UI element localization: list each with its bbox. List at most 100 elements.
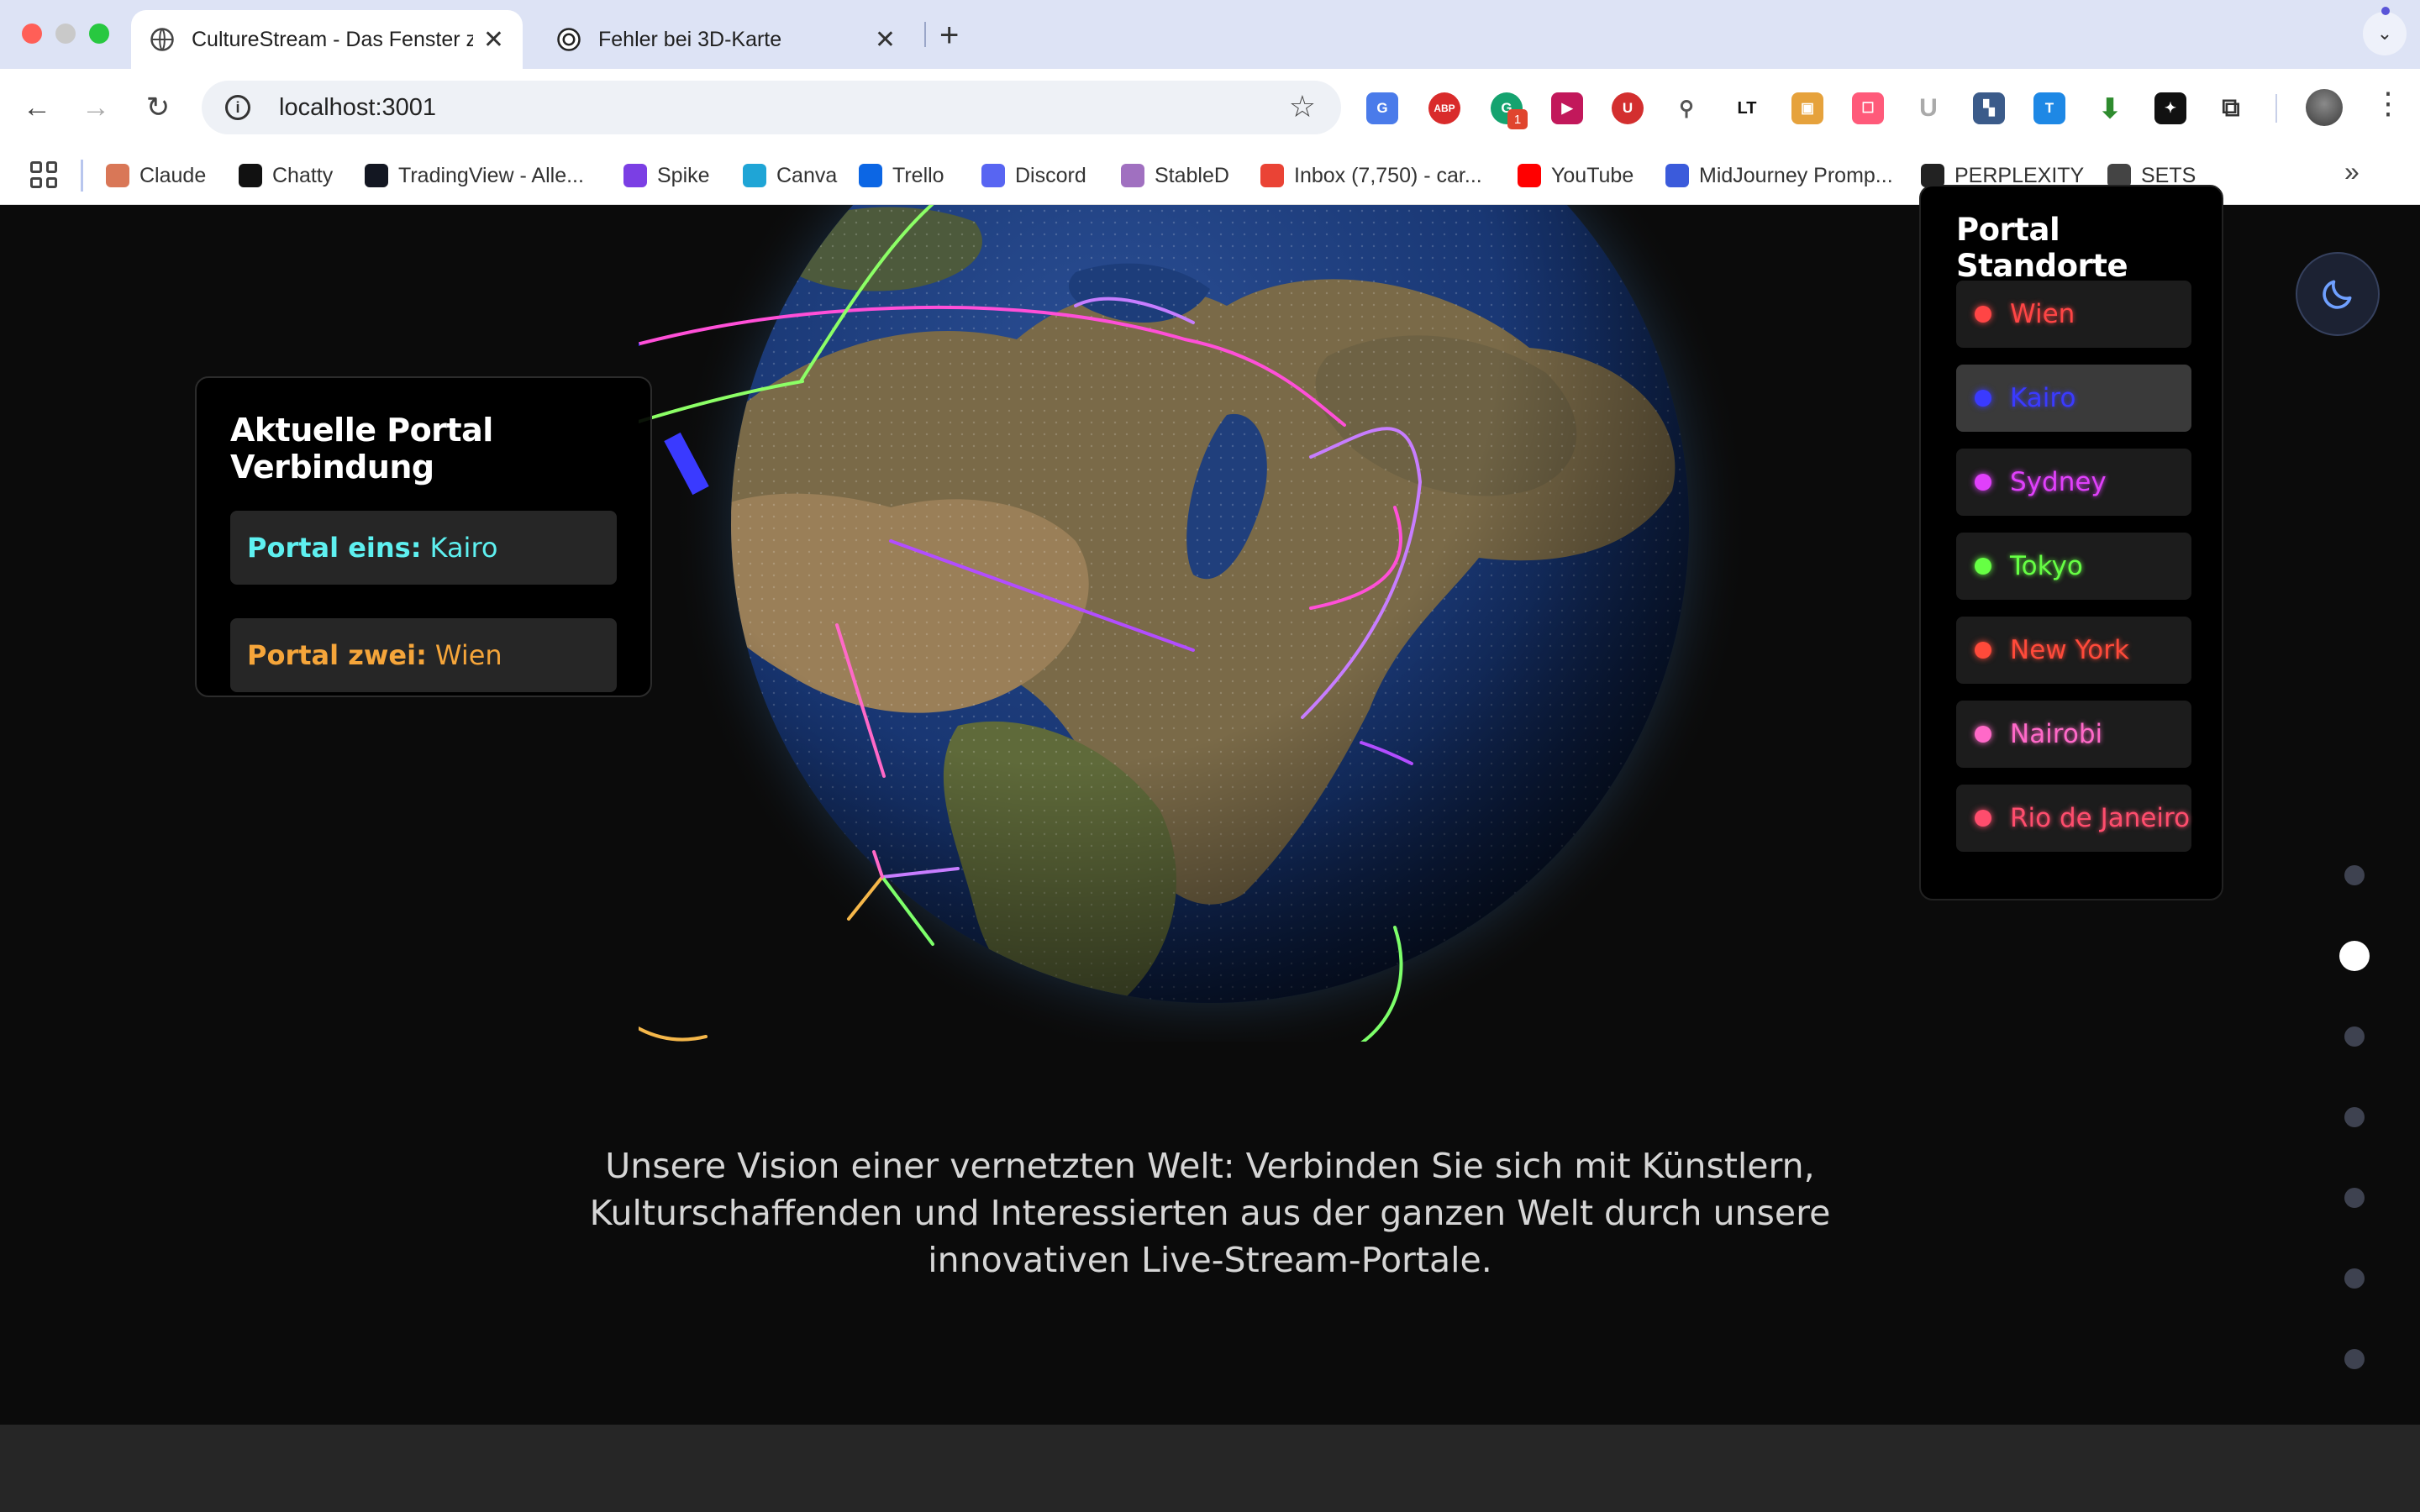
location-label: Nairobi bbox=[2010, 719, 2103, 749]
location-label: Wien bbox=[2010, 299, 2075, 329]
site-info-icon[interactable]: i bbox=[225, 95, 250, 120]
location-item-kairo[interactable]: Kairo bbox=[1956, 365, 2191, 432]
location-item-rio-de-janeiro[interactable]: Rio de Janeiro bbox=[1956, 785, 2191, 852]
minimize-window-button[interactable] bbox=[55, 24, 76, 44]
notification-dot bbox=[2381, 7, 2390, 15]
bookmarks-divider bbox=[81, 160, 83, 192]
url-text[interactable]: localhost:3001 bbox=[279, 94, 436, 122]
vision-text: Unsere Vision einer vernetzten Welt: Ver… bbox=[589, 1146, 1831, 1280]
portal-one-value: Kairo bbox=[429, 532, 498, 564]
reload-icon[interactable]: ↻ bbox=[138, 87, 178, 128]
location-dot-icon bbox=[1975, 390, 1991, 407]
bookmark-inbox-7-750-car[interactable]: Inbox (7,750) - car... bbox=[1260, 161, 1482, 190]
location-label: Tokyo bbox=[2010, 551, 2083, 581]
more-bookmarks-icon[interactable]: » bbox=[2344, 156, 2360, 187]
perplexity-spark-icon[interactable]: ✦ bbox=[2154, 92, 2186, 124]
bookmark-label: Inbox (7,750) - car... bbox=[1294, 163, 1482, 187]
location-item-new-york[interactable]: New York bbox=[1956, 617, 2191, 684]
locations-panel-title: Portal Standorte bbox=[1956, 212, 2128, 284]
close-tab-icon[interactable]: ✕ bbox=[483, 25, 504, 55]
portal-two-value: Wien bbox=[434, 639, 502, 671]
unicode-icon[interactable]: U bbox=[1912, 92, 1944, 124]
translate-t-icon[interactable]: T bbox=[2033, 92, 2065, 124]
pager-dot[interactable] bbox=[2344, 1107, 2365, 1127]
bookmark-midjourney-promp[interactable]: MidJourney Promp... bbox=[1665, 161, 1893, 190]
bookmark-spike[interactable]: Spike bbox=[623, 161, 710, 190]
twitch-icon[interactable]: ☐ bbox=[1852, 92, 1884, 124]
pager-dot[interactable] bbox=[2344, 1268, 2365, 1289]
bookmark-label: Claude bbox=[139, 163, 207, 187]
toolbar-divider bbox=[2275, 94, 2277, 123]
close-window-button[interactable] bbox=[22, 24, 42, 44]
download-arrow-icon[interactable]: ⬇ bbox=[2094, 92, 2126, 124]
location-dot-icon bbox=[1975, 726, 1991, 743]
bookmark-claude[interactable]: Claude bbox=[106, 161, 206, 190]
bookmark-star-icon[interactable]: ☆ bbox=[1289, 89, 1316, 124]
location-item-nairobi[interactable]: Nairobi bbox=[1956, 701, 2191, 768]
extensions-puzzle-icon[interactable]: ⧉ bbox=[2215, 92, 2247, 124]
canva-icon bbox=[743, 164, 766, 187]
profile-avatar[interactable] bbox=[2306, 89, 2343, 126]
bookmark-label: Spike bbox=[657, 163, 710, 187]
portal-two-label: Portal zwei: bbox=[247, 639, 427, 671]
tradingview-icon bbox=[365, 164, 388, 187]
new-tab-icon[interactable]: + bbox=[939, 17, 959, 55]
apps-grid-icon[interactable] bbox=[30, 161, 57, 188]
ublock-icon[interactable]: U bbox=[1612, 92, 1644, 124]
discord-icon bbox=[981, 164, 1005, 187]
pager-dot[interactable] bbox=[2344, 1349, 2365, 1369]
languagetool-icon[interactable]: LT bbox=[1731, 92, 1763, 124]
adblock-plus-icon[interactable]: ABP bbox=[1428, 92, 1460, 124]
bookmark-discord[interactable]: Discord bbox=[981, 161, 1086, 190]
claude-icon bbox=[106, 164, 129, 187]
bookmark-label: YouTube bbox=[1551, 163, 1634, 187]
bookmark-stabled[interactable]: StableD bbox=[1121, 161, 1229, 190]
close-tab-icon[interactable]: ✕ bbox=[875, 25, 896, 55]
readwise-icon[interactable]: ▶ bbox=[1551, 92, 1583, 124]
gmail-icon bbox=[1260, 164, 1284, 187]
location-item-wien[interactable]: Wien bbox=[1956, 281, 2191, 348]
pager-dot[interactable] bbox=[2344, 865, 2365, 885]
globe-canvas[interactable] bbox=[639, 205, 1815, 1042]
youtube-icon bbox=[1518, 164, 1541, 187]
google-translate-icon[interactable]: G bbox=[1366, 92, 1398, 124]
bookmark-tradingview-alle[interactable]: TradingView - Alle... bbox=[365, 161, 584, 190]
back-arrow-icon[interactable]: ← bbox=[17, 87, 57, 128]
forward-arrow-icon[interactable]: → bbox=[76, 87, 116, 128]
extension-badge: 1 bbox=[1507, 109, 1528, 129]
portal-two-row: Portal zwei: Wien bbox=[230, 618, 617, 692]
openai-icon bbox=[239, 164, 262, 187]
address-bar[interactable]: i localhost:3001 ☆ bbox=[202, 81, 1341, 134]
rocket-icon bbox=[1121, 164, 1144, 187]
bookmark-canva[interactable]: Canva bbox=[743, 161, 837, 190]
tab-culturestream[interactable]: CultureStream - Das Fenster z ✕ bbox=[131, 10, 523, 69]
pager-dot[interactable] bbox=[2344, 1188, 2365, 1208]
kebab-menu-icon[interactable]: ⋮ bbox=[2373, 86, 2403, 121]
tab-fehler-3d-karte[interactable]: Fehler bei 3D-Karte ✕ bbox=[538, 10, 914, 69]
bookmark-label: Canva bbox=[776, 163, 838, 187]
bookmark-label: TradingView - Alle... bbox=[398, 163, 584, 187]
openai-icon bbox=[557, 28, 581, 51]
tab-title: CultureStream - Das Fenster z bbox=[192, 27, 473, 51]
tab-search-chevron-icon[interactable]: ⌄ bbox=[2363, 12, 2407, 55]
location-item-tokyo[interactable]: Tokyo bbox=[1956, 533, 2191, 600]
tab-strip: CultureStream - Das Fenster z ✕ Fehler b… bbox=[0, 0, 2420, 69]
bookmark-youtube[interactable]: YouTube bbox=[1518, 161, 1634, 190]
theme-toggle-button[interactable] bbox=[2296, 252, 2380, 336]
location-item-sydney[interactable]: Sydney bbox=[1956, 449, 2191, 516]
perplexity-icon bbox=[1921, 164, 1944, 187]
pager-dot[interactable] bbox=[2344, 1026, 2365, 1047]
current-connection-panel: Aktuelle Portal Verbindung Portal eins: … bbox=[195, 376, 652, 697]
cycle-icon[interactable]: ⚲ bbox=[1670, 92, 1702, 124]
bookmark-label: Trello bbox=[892, 163, 944, 187]
pager-dot[interactable] bbox=[2339, 941, 2370, 971]
bookmark-chatty[interactable]: Chatty bbox=[239, 161, 333, 190]
multi-tab-icon[interactable]: ▚ bbox=[1973, 92, 2005, 124]
location-dot-icon bbox=[1975, 474, 1991, 491]
screenshot-icon[interactable]: ▣ bbox=[1791, 92, 1823, 124]
location-dot-icon bbox=[1975, 558, 1991, 575]
bookmark-trello[interactable]: Trello bbox=[859, 161, 944, 190]
location-label: Sydney bbox=[2010, 467, 2107, 497]
folder-icon bbox=[2107, 164, 2131, 187]
maximize-window-button[interactable] bbox=[89, 24, 109, 44]
